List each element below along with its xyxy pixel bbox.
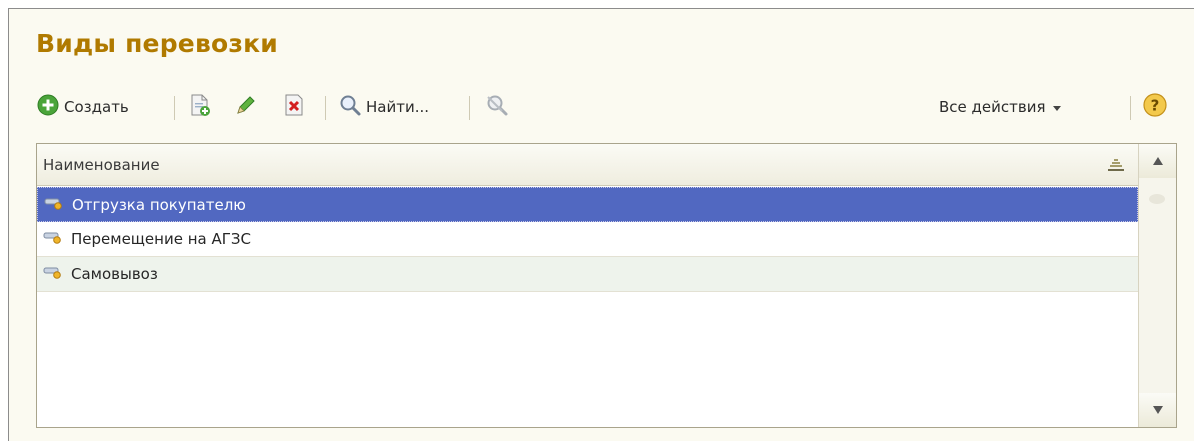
column-header-label: Наименование [43, 155, 160, 174]
arrow-down-icon [1152, 406, 1163, 414]
form-window: Виды перевозки Создать Найти... Все дейс… [8, 8, 1194, 441]
row-label: Отгрузка покупателю [72, 195, 246, 214]
sort-icon[interactable] [1108, 158, 1124, 176]
scroll-down-button[interactable] [1139, 393, 1176, 427]
cancel-search-icon [484, 92, 510, 122]
table-row[interactable]: Отгрузка покупателю [37, 187, 1138, 222]
vertical-scrollbar[interactable] [1138, 144, 1176, 427]
delete-icon [282, 93, 306, 121]
catalog-item-icon [43, 264, 63, 284]
plus-circle-icon [36, 93, 60, 121]
catalog-item-icon [44, 195, 64, 215]
pencil-icon [234, 93, 258, 121]
delete-button[interactable] [282, 89, 306, 125]
create-label: Создать [64, 98, 129, 116]
column-header-name[interactable]: Наименование [37, 144, 1138, 186]
all-actions-menu[interactable]: Все действия [939, 89, 1062, 125]
copy-button[interactable] [188, 89, 212, 125]
help-icon: ? [1142, 92, 1168, 122]
command-bar: Создать Найти... Все действия ? [36, 89, 1186, 125]
help-button[interactable]: ? [1142, 89, 1168, 125]
toolbar-separator [325, 96, 326, 120]
row-label: Перемещение на АГЗС [71, 230, 251, 248]
magnifier-icon [338, 93, 362, 121]
chevron-down-icon [1053, 105, 1062, 111]
table-row[interactable]: Перемещение на АГЗС [37, 222, 1138, 257]
svg-text:?: ? [1151, 97, 1160, 115]
page-title: Виды перевозки [36, 29, 278, 58]
row-label: Самовывоз [71, 265, 158, 283]
find-label: Найти... [366, 98, 430, 116]
table-row[interactable]: Самовывоз [37, 257, 1138, 292]
cancel-search-button[interactable] [484, 89, 510, 125]
toolbar-separator [174, 96, 175, 120]
scroll-thumb[interactable] [1149, 194, 1165, 204]
list-table[interactable]: Наименование Отгрузка покупателю Перемещ… [36, 143, 1177, 428]
edit-button[interactable] [234, 89, 258, 125]
all-actions-label: Все действия [939, 98, 1046, 116]
toolbar-separator [469, 96, 470, 120]
create-button[interactable]: Создать [36, 89, 129, 125]
table-body: Отгрузка покупателю Перемещение на АГЗС [37, 187, 1138, 292]
toolbar-separator [1130, 96, 1131, 120]
scroll-up-button[interactable] [1139, 144, 1176, 178]
arrow-up-icon [1152, 157, 1163, 165]
find-button[interactable]: Найти... [338, 89, 429, 125]
copy-icon [188, 93, 212, 121]
catalog-item-icon [43, 229, 63, 249]
